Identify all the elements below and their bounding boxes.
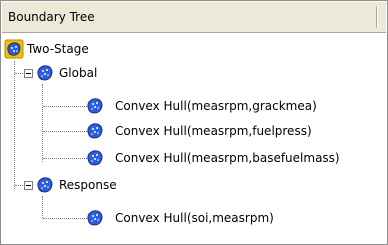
boundary-tree-panel: Boundary Tree Two-Stage Global Convex Hu… [0, 0, 388, 245]
tree-node-two-stage[interactable]: Two-Stage [1, 38, 387, 60]
tree-node-label: Two-Stage [27, 42, 89, 56]
tree-node-label: Response [59, 178, 117, 192]
header-column-divider[interactable] [376, 6, 378, 28]
tree-node-label: Convex Hull(soi,measrpm) [115, 211, 274, 225]
boundary-model-icon [37, 65, 53, 81]
tree-node-label: Convex Hull(measrpm,grackmea) [115, 99, 317, 113]
tree-node-response[interactable]: Response [1, 174, 387, 196]
collapse-minus-icon[interactable] [24, 181, 33, 190]
boundary-tree-header[interactable]: Boundary Tree [2, 2, 386, 33]
boundary-model-icon [87, 123, 103, 139]
boundary-tree: Two-Stage Global Convex Hull(measrpm,gra… [1, 33, 387, 243]
collapse-minus-icon[interactable] [24, 69, 33, 78]
tree-node-global[interactable]: Global [1, 62, 387, 84]
boundary-model-icon [87, 150, 103, 166]
boundary-model-icon [37, 177, 53, 193]
boundary-model-icon [87, 210, 103, 226]
tree-node-convex-hull[interactable]: Convex Hull(soi,measrpm) [1, 207, 387, 229]
tree-node-convex-hull[interactable]: Convex Hull(measrpm,fuelpress) [1, 120, 387, 142]
boundary-model-icon [87, 98, 103, 114]
header-title: Boundary Tree [8, 10, 95, 24]
tree-node-convex-hull[interactable]: Convex Hull(measrpm,basefuelmass) [1, 147, 387, 169]
tree-node-convex-hull[interactable]: Convex Hull(measrpm,grackmea) [1, 95, 387, 117]
tree-node-label: Global [59, 66, 98, 80]
tree-node-label: Convex Hull(measrpm,basefuelmass) [115, 151, 340, 165]
tree-node-label: Convex Hull(measrpm,fuelpress) [115, 124, 312, 138]
two-stage-model-icon [4, 39, 24, 59]
